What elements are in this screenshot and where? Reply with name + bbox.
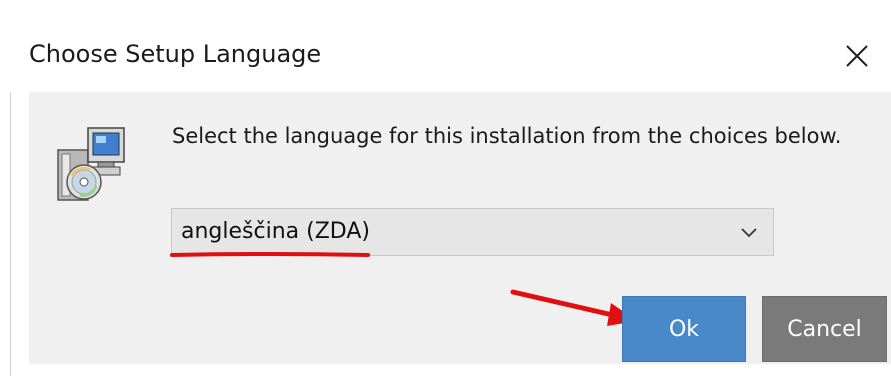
annotation-underline	[170, 252, 370, 257]
close-button[interactable]	[835, 36, 875, 76]
ok-button[interactable]: Ok	[622, 296, 746, 362]
cancel-button[interactable]: Cancel	[762, 296, 887, 362]
language-select-value: angleščina (ZDA)	[181, 219, 370, 244]
prompt-text: Select the language for this installatio…	[172, 124, 842, 148]
setup-installer-icon	[54, 124, 132, 206]
close-icon	[846, 45, 868, 67]
chevron-down-icon	[741, 228, 757, 238]
window-title: Choose Setup Language	[29, 40, 322, 68]
language-select[interactable]: angleščina (ZDA)	[171, 208, 774, 256]
